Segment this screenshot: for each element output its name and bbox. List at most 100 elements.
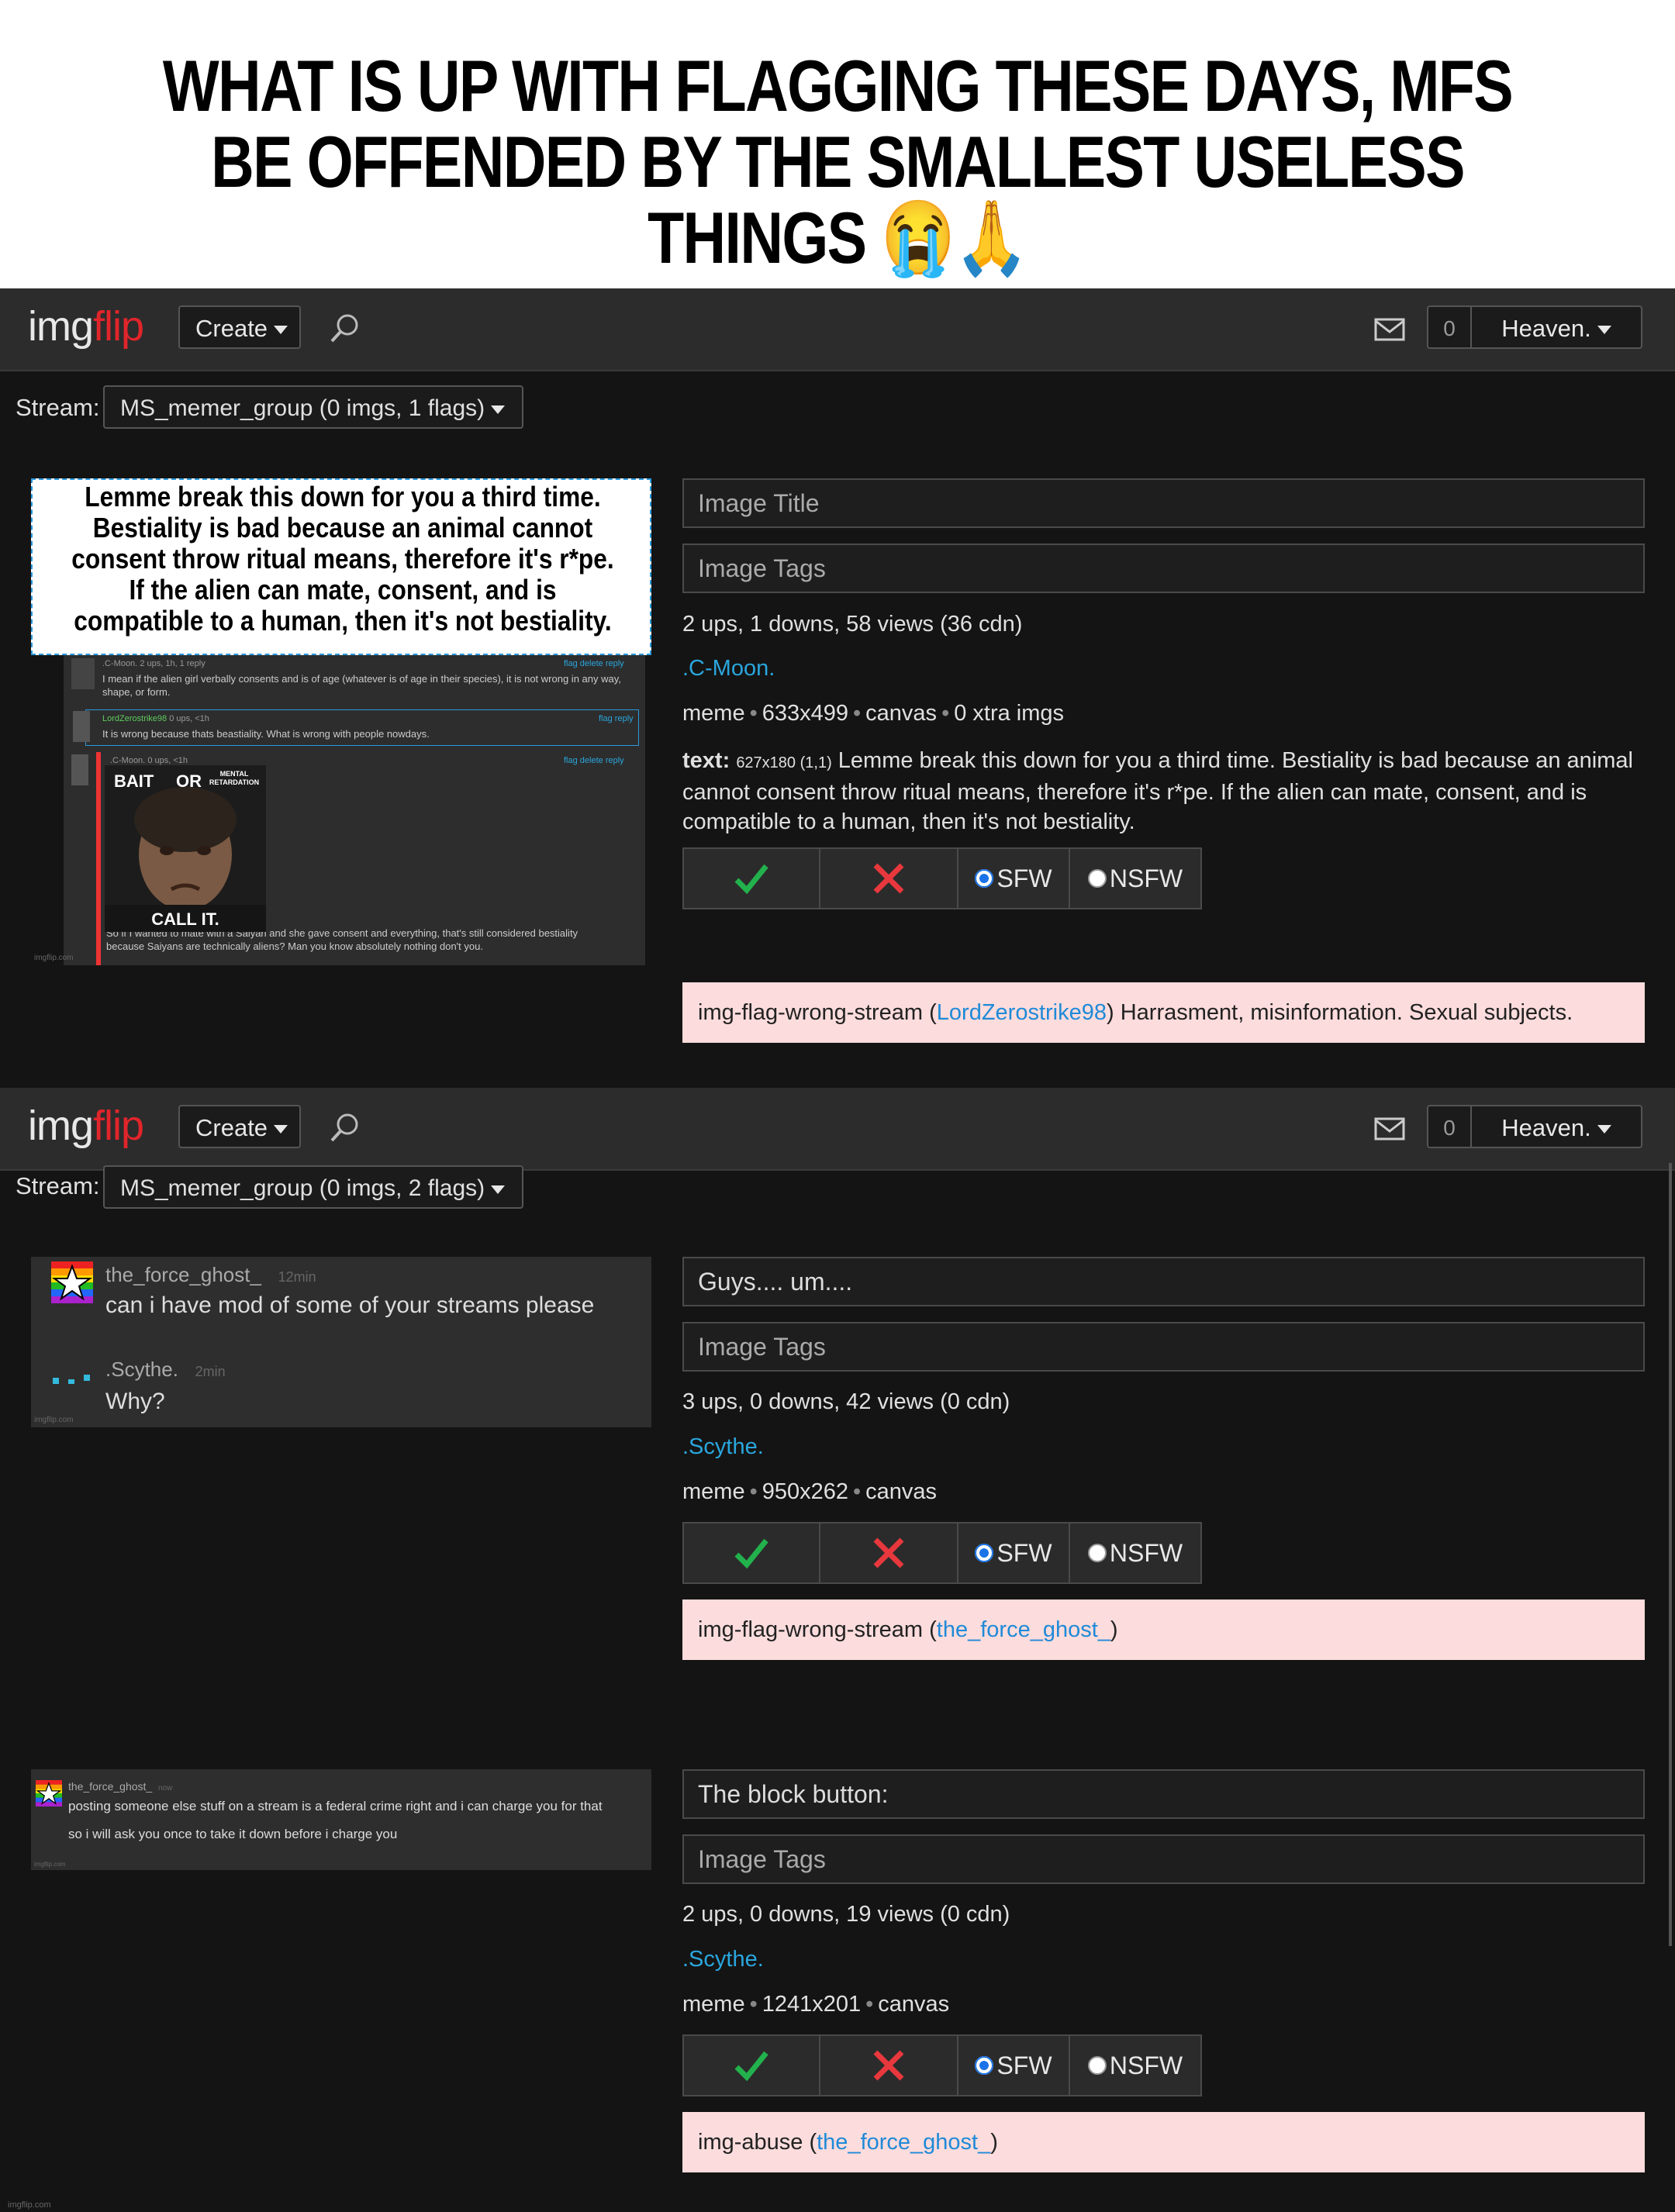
vote-arrows [73, 711, 90, 742]
approve-button[interactable] [682, 1522, 820, 1584]
meme-caption-area: WHAT IS UP WITH FLAGGING THESE DAYS, MFS… [0, 0, 1675, 288]
meme-text-bait: BAIT [114, 771, 154, 791]
mail-icon[interactable] [1374, 1117, 1405, 1141]
vote-arrows [71, 658, 95, 689]
footer-watermark: imgflip.com [8, 2200, 51, 2210]
chat-message: posting someone else stuff on a stream i… [68, 1799, 603, 1813]
image-stats: 2 ups, 1 downs, 58 views (36 cdn) [682, 612, 1023, 637]
meme-text-mental: MENTAL RETARDATION [209, 770, 260, 786]
author-link[interactable]: .C-Moon. [682, 656, 775, 682]
comment-meta: 0 ups, <1h [147, 756, 188, 765]
chevron-down-icon [1597, 1125, 1611, 1134]
image-stats: 2 ups, 0 downs, 19 views (0 cdn) [682, 1902, 1010, 1927]
stream-select[interactable]: MS_memer_group (0 imgs, 2 flags) [103, 1165, 523, 1209]
chat-message: can i have mod of some of your streams p… [105, 1292, 595, 1318]
stream-select[interactable]: MS_memer_group (0 imgs, 1 flags) [103, 385, 523, 429]
image-tags-input[interactable]: Image Tags [682, 1322, 1645, 1372]
image-title-input[interactable]: Guys.... um.... [682, 1257, 1645, 1306]
flag-user-link[interactable]: LordZerostrike98 [937, 1000, 1107, 1026]
flag-notice: img-flag-wrong-stream (LordZerostrike98)… [682, 982, 1645, 1043]
close-icon [873, 863, 904, 894]
create-button[interactable]: Create [178, 1105, 301, 1148]
comment-actions[interactable]: flag reply [599, 714, 634, 723]
moderation-buttons: SFW NSFW [682, 2034, 1202, 2096]
flag-user-link[interactable]: the_force_ghost_ [817, 2130, 990, 2155]
meme-image: BAIT OR MENTAL RETARDATION CALL IT. [105, 765, 266, 932]
radio-selected-icon [975, 2056, 994, 2075]
radio-empty-icon [1087, 2056, 1107, 2075]
close-icon [873, 2050, 904, 2081]
image-stats: 3 ups, 0 downs, 42 views (0 cdn) [682, 1389, 1010, 1414]
create-button[interactable]: Create [178, 305, 301, 349]
imgflip-logo[interactable]: imgflip [28, 1102, 144, 1150]
sfw-radio[interactable]: SFW [958, 1522, 1070, 1584]
image-meta: meme • 633x499 • canvas • 0 xtra imgs [682, 701, 1065, 726]
chat-user: the_force_ghost_ [68, 1780, 153, 1793]
comment-actions[interactable]: flag delete reply [564, 659, 624, 668]
radio-empty-icon [1087, 869, 1107, 888]
vote-arrows [71, 754, 88, 785]
top-navbar: imgflip Create 0 Heaven. [0, 1088, 1675, 1171]
chat-user: the_force_ghost_ [105, 1263, 261, 1286]
image-meta: meme • 950x262 • canvas [682, 1479, 938, 1504]
nsfw-radio[interactable]: NSFW [1070, 847, 1202, 909]
search-icon[interactable] [329, 312, 361, 344]
scrollbar[interactable] [1669, 1163, 1672, 1946]
user-menu-button[interactable]: Heaven. [1472, 305, 1642, 349]
comment-user: .C-Moon. [102, 659, 138, 668]
reject-button[interactable] [820, 2034, 958, 2096]
image-tags-input[interactable]: Image Tags [682, 1834, 1645, 1884]
chat-message: so i will ask you once to take it down b… [68, 1827, 398, 1841]
meme-text-callit: CALL IT. [151, 909, 219, 929]
reject-button[interactable] [820, 847, 958, 909]
sfw-radio[interactable]: SFW [958, 2034, 1070, 2096]
meme-thumbnail[interactable]: the_force_ghost_ now posting someone els… [31, 1769, 651, 1870]
comment-text: I mean if the alien girl verbally consen… [102, 673, 621, 698]
chevron-down-icon [491, 1185, 506, 1194]
pixel-avatar [53, 1375, 90, 1384]
meme-thumbnail[interactable]: Lemme break this down for you a third ti… [31, 478, 651, 967]
comment-text: It is wrong because thats beastiality. W… [102, 728, 430, 740]
moderation-buttons: SFW NSFW [682, 1522, 1202, 1584]
image-meta: meme • 1241x201 • canvas [682, 1992, 950, 2017]
stream-label: Stream: [16, 394, 100, 421]
flag-notice: img-flag-wrong-stream (the_force_ghost_) [682, 1599, 1645, 1660]
stream-label: Stream: [16, 1172, 100, 1199]
chevron-down-icon [274, 326, 288, 335]
sfw-radio[interactable]: SFW [958, 847, 1070, 909]
notification-count[interactable]: 0 [1427, 1105, 1472, 1148]
radio-empty-icon [1087, 1544, 1107, 1562]
meme-caption: WHAT IS UP WITH FLAGGING THESE DAYS, MFS… [162, 45, 1514, 278]
chat-user: .Scythe. [105, 1358, 178, 1381]
radio-selected-icon [975, 1544, 994, 1562]
comment-user: LordZerostrike98 [102, 714, 168, 723]
author-link[interactable]: .Scythe. [682, 1947, 764, 1972]
image-title-input[interactable]: Image Title [682, 478, 1645, 528]
notification-count[interactable]: 0 [1427, 305, 1472, 349]
approve-button[interactable] [682, 2034, 820, 2096]
chat-message: Why? [105, 1389, 165, 1414]
search-icon[interactable] [329, 1111, 361, 1144]
author-link[interactable]: .Scythe. [682, 1434, 764, 1460]
chat-time: 12min [278, 1269, 316, 1285]
watermark: imgflip.com [34, 1416, 74, 1424]
check-icon [734, 1538, 768, 1568]
flag-user-link[interactable]: the_force_ghost_ [937, 1617, 1110, 1643]
comment-actions[interactable]: flag delete reply [564, 756, 624, 765]
comment-meta: 2 ups, 1h, 1 reply [140, 659, 205, 668]
image-title-input[interactable]: The block button: [682, 1769, 1645, 1819]
meme-thumbnail[interactable]: the_force_ghost_ 12min can i have mod of… [31, 1257, 651, 1427]
reject-button[interactable] [820, 1522, 958, 1584]
mail-icon[interactable] [1374, 318, 1405, 341]
image-tags-input[interactable]: Image Tags [682, 544, 1645, 593]
watermark: imgflip.com [34, 954, 74, 962]
nsfw-radio[interactable]: NSFW [1070, 2034, 1202, 2096]
chat-time: now [157, 1784, 173, 1793]
comment-user: .C-Moon. [110, 756, 146, 765]
user-menu-button[interactable]: Heaven. [1472, 1105, 1642, 1148]
chevron-down-icon [1597, 326, 1611, 335]
approve-button[interactable] [682, 847, 820, 909]
nsfw-radio[interactable]: NSFW [1070, 1522, 1202, 1584]
meme-card-text: Lemme break this down for you a third ti… [71, 481, 614, 637]
imgflip-logo[interactable]: imgflip [28, 302, 144, 350]
